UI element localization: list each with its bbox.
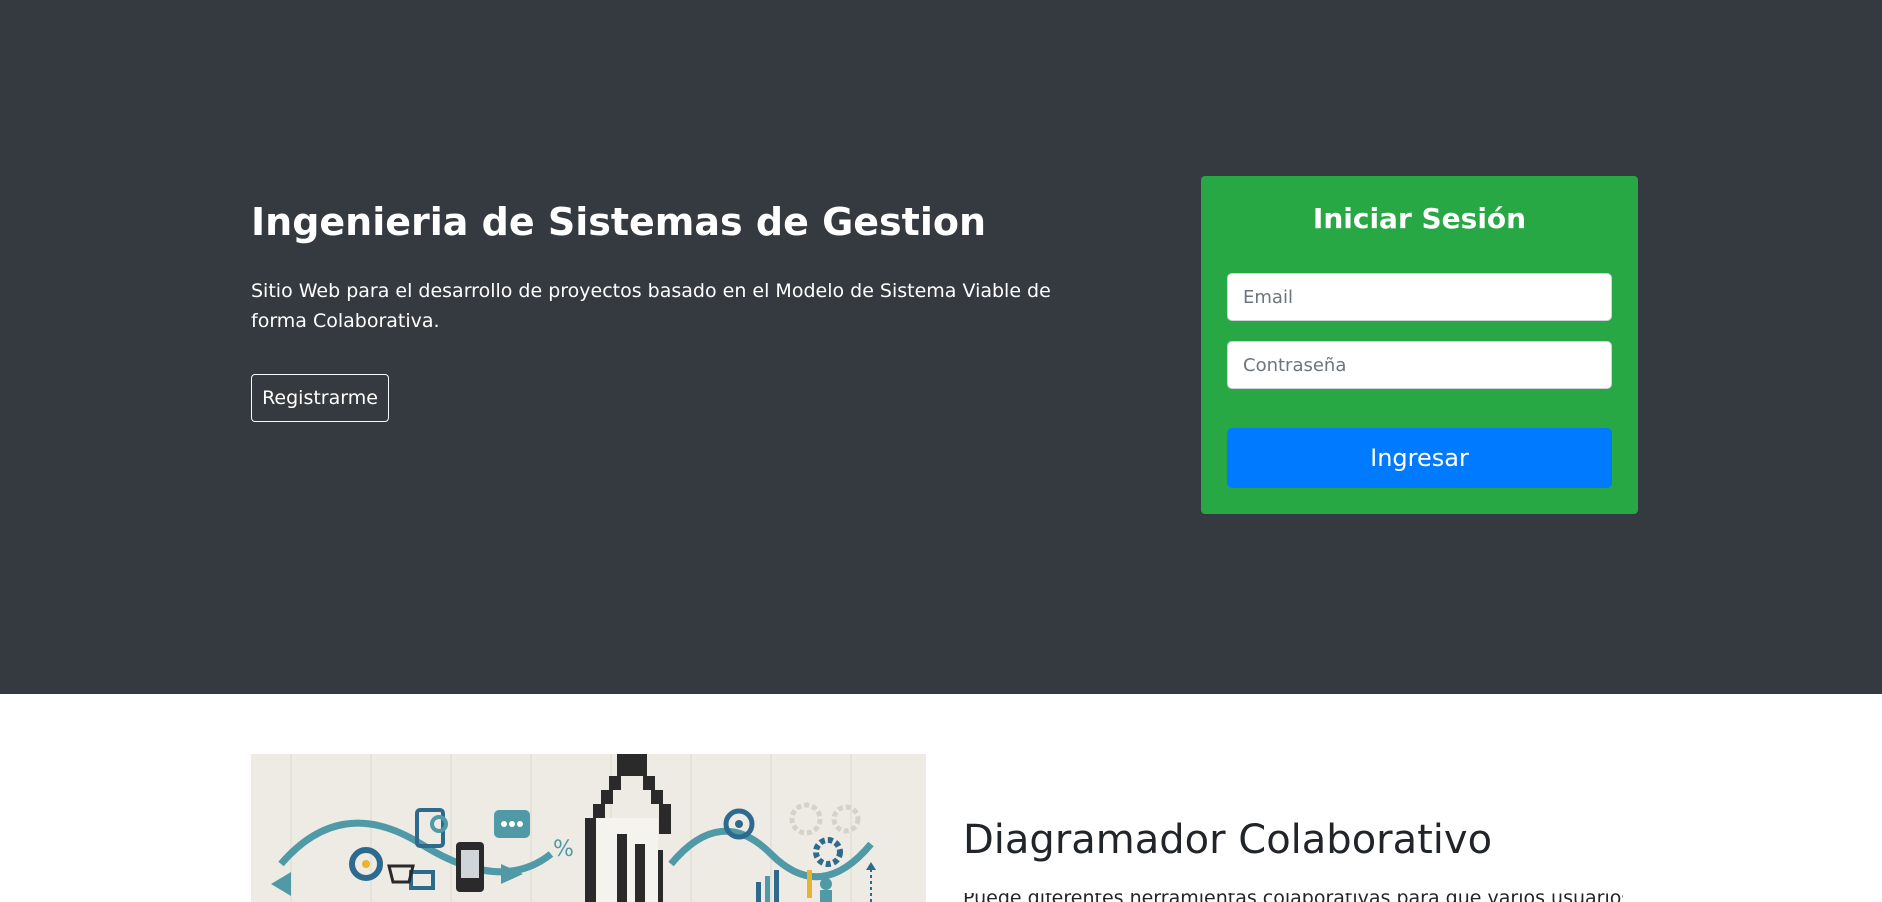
password-field[interactable] [1227,341,1612,389]
feature-section: % [0,694,1882,902]
hero-title: Ingenieria de Sistemas de Gestion [251,200,987,244]
hero-description: Sitio Web para el desarrollo de proyecto… [251,280,1051,332]
feature-description-text: Puede diferentes herramientas colaborati… [963,893,1623,902]
login-submit-button[interactable]: Ingresar [1227,428,1612,488]
register-button[interactable]: Registrarme [251,374,389,422]
email-field[interactable] [1227,273,1612,321]
login-title: Iniciar Sesión [1312,202,1527,235]
feature-description: Puede diferentes herramientas colaborati… [963,893,1623,902]
login-card: Iniciar Sesión Ingresar [1201,176,1638,514]
feature-title: Diagramador Colaborativo [963,817,1493,863]
svg-text:%: % [553,837,574,862]
collaboration-illustration: % [251,754,926,902]
technology-icons-illustration: % [251,754,926,902]
hero-section: Ingenieria de Sistemas de Gestion Sitio … [0,0,1882,694]
